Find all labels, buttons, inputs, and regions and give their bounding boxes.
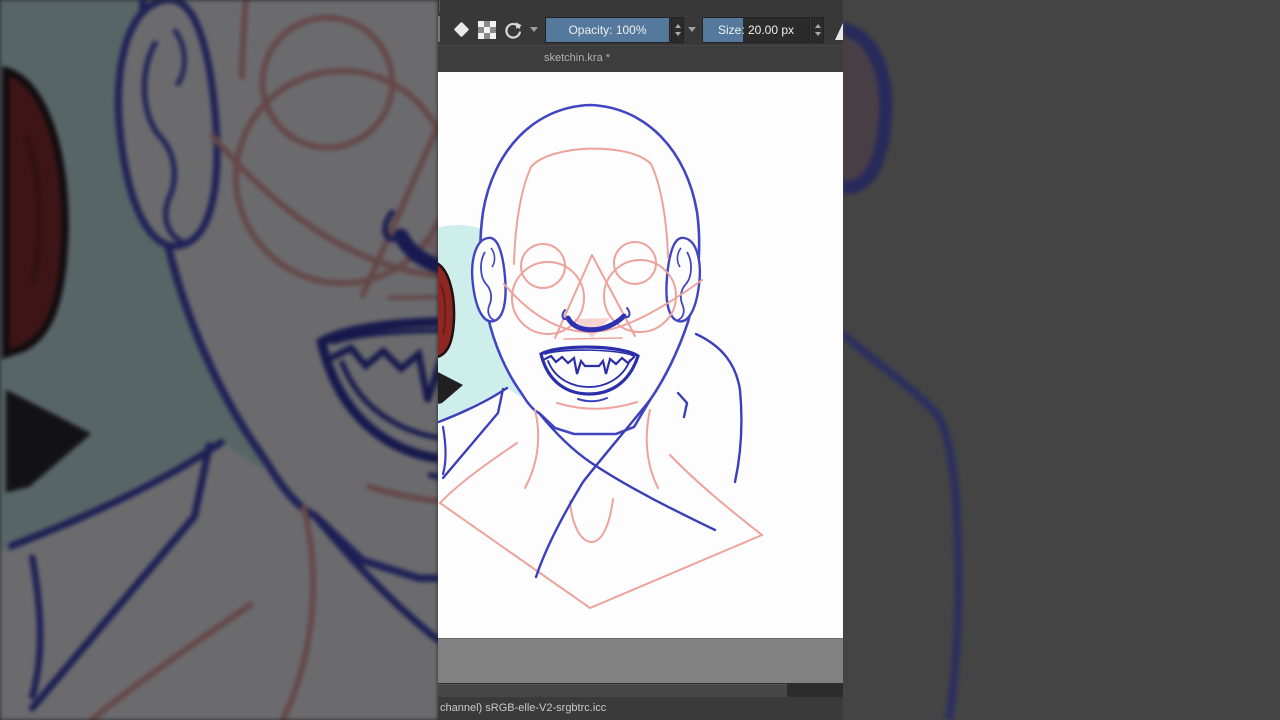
- brush-size-slider-label: Size: 20.00 px: [717, 23, 795, 37]
- backdrop-right-dim-overlay: [843, 0, 1280, 720]
- color-profile-status: channel) sRGB-elle-V2-srgbtrc.icc: [440, 702, 607, 714]
- backdrop-left: [0, 0, 438, 720]
- eraser-icon: [453, 21, 470, 38]
- horizontal-scrollbar: [438, 683, 843, 697]
- opacity-spinner[interactable]: [671, 17, 684, 43]
- triangle-up-icon: [675, 24, 681, 28]
- toolbar-clipped-icon: [835, 23, 843, 40]
- checkerboard-icon: [478, 21, 496, 39]
- brush-size-slider[interactable]: Size: 20.00 px: [702, 17, 810, 43]
- scrollbar-track-end[interactable]: [787, 683, 843, 697]
- triangle-up-icon: [815, 24, 821, 28]
- preserve-alpha-button[interactable]: [478, 21, 496, 39]
- opacity-slider[interactable]: Opacity: 100%: [545, 17, 670, 43]
- scrollbar-handle[interactable]: [438, 684, 787, 697]
- artwork-canvas[interactable]: [438, 72, 843, 638]
- toolbar-divider: [439, 0, 440, 12]
- tab-document-title[interactable]: sketchin.kra *: [544, 52, 610, 64]
- krita-app-column: Opacity: 100% Size: 20.00 px sketchin.kr…: [438, 0, 843, 720]
- reload-preset-button[interactable]: [503, 20, 525, 40]
- canvas-sketch-art: [438, 72, 843, 638]
- canvas-surround: [438, 638, 843, 683]
- chevron-down-icon[interactable]: [688, 27, 696, 32]
- triangle-down-icon: [815, 32, 821, 36]
- document-tab-bar: sketchin.kra *: [438, 45, 843, 72]
- reload-icon: [505, 22, 522, 39]
- video-frame: Opacity: 100% Size: 20.00 px sketchin.kr…: [0, 0, 1280, 720]
- backdrop-right: [843, 0, 1280, 720]
- size-spinner[interactable]: [811, 17, 824, 43]
- status-bar: channel) sRGB-elle-V2-srgbtrc.icc: [438, 697, 843, 720]
- chevron-down-icon[interactable]: [530, 27, 538, 32]
- brush-options-toolbar: Opacity: 100% Size: 20.00 px: [438, 0, 843, 45]
- opacity-slider-label: Opacity: 100%: [568, 23, 647, 37]
- toolbar-edge-sliver: [438, 16, 440, 42]
- eraser-mode-button[interactable]: [451, 20, 473, 40]
- backdrop-left-dim-overlay: [0, 0, 438, 720]
- triangle-down-icon: [675, 32, 681, 36]
